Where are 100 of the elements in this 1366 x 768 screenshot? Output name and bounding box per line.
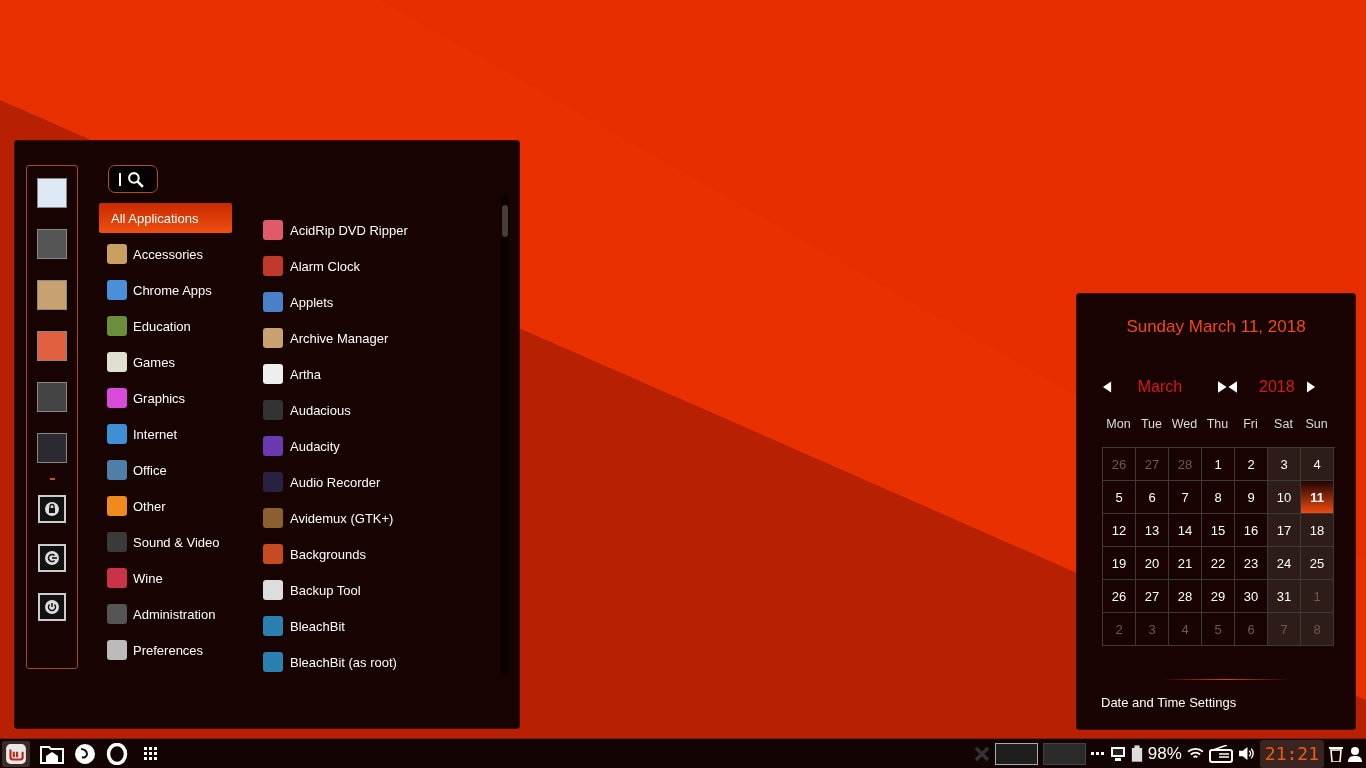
app-item[interactable]: AcidRip DVD Ripper — [263, 212, 493, 248]
day-cell[interactable]: 18 — [1301, 514, 1334, 547]
clock-button[interactable]: 21:21 — [1259, 739, 1324, 768]
day-cell[interactable]: 26 — [1103, 580, 1136, 613]
app-item[interactable]: Artha — [263, 356, 493, 392]
day-cell[interactable]: 21 — [1169, 547, 1202, 580]
day-cell[interactable]: 19 — [1103, 547, 1136, 580]
date-heading: Sunday March 11, 2018 — [1125, 317, 1307, 337]
app-icon — [107, 604, 127, 624]
app-icon — [263, 400, 283, 420]
app-grid-icon[interactable] — [144, 746, 158, 761]
day-cell[interactable]: 20 — [1136, 547, 1169, 580]
day-cell[interactable]: 1 — [1202, 448, 1235, 481]
category-item[interactable]: Preferences — [99, 632, 249, 668]
app-icon — [107, 568, 127, 588]
ring-icon[interactable] — [106, 742, 128, 765]
day-cell[interactable]: 28 — [1169, 580, 1202, 613]
category-item[interactable]: All Applications — [99, 203, 232, 233]
category-item[interactable]: Internet — [99, 416, 249, 452]
scrollbar-thumb[interactable] — [502, 205, 508, 237]
radio-icon[interactable] — [1208, 744, 1233, 763]
app-icon — [263, 220, 283, 240]
category-item[interactable]: Office — [99, 452, 249, 488]
app-icon — [107, 388, 127, 408]
app-icon — [263, 616, 283, 636]
weekday-label: Wed — [1170, 417, 1199, 431]
app-icon — [263, 256, 283, 276]
day-cell[interactable]: 29 — [1202, 580, 1235, 613]
day-cell[interactable]: 15 — [1202, 514, 1235, 547]
day-cell[interactable]: 7 — [1169, 481, 1202, 514]
scrollbar[interactable] — [501, 195, 509, 675]
app-item[interactable]: Archive Manager — [263, 320, 493, 356]
day-cell[interactable]: 11 — [1301, 481, 1334, 514]
wifi-icon[interactable] — [1186, 747, 1204, 760]
category-item[interactable]: Wine — [99, 560, 249, 596]
menu-logo-icon[interactable] — [2, 740, 30, 767]
month-label: March — [1136, 378, 1184, 396]
app-item[interactable]: BleachBit — [263, 608, 493, 644]
search-field[interactable] — [108, 165, 158, 193]
app-item[interactable]: Applets — [263, 284, 493, 320]
volume-icon[interactable] — [1237, 746, 1255, 761]
power-icon[interactable] — [38, 593, 66, 621]
browser-icon[interactable] — [74, 742, 96, 765]
monitor-icon[interactable] — [1109, 745, 1126, 762]
app-item[interactable]: Backup Tool — [263, 572, 493, 608]
day-cell[interactable]: 5 — [1103, 481, 1136, 514]
workspace-button[interactable] — [994, 742, 1038, 765]
day-cell[interactable]: 8 — [1202, 481, 1235, 514]
previous-month-icon[interactable] — [1103, 381, 1112, 393]
day-cell[interactable]: 27 — [1136, 580, 1169, 613]
day-cell[interactable]: 4 — [1301, 448, 1334, 481]
weekday-label: Sun — [1304, 417, 1329, 431]
app-item[interactable]: Audacious — [263, 392, 493, 428]
trash-icon[interactable] — [1329, 745, 1343, 762]
day-cell[interactable]: 10 — [1268, 481, 1301, 514]
weekday-label: Sat — [1273, 417, 1294, 431]
lock-icon[interactable] — [38, 495, 66, 523]
day-cell[interactable]: 22 — [1202, 547, 1235, 580]
app-icon[interactable] — [37, 382, 67, 412]
day-cell[interactable]: 14 — [1169, 514, 1202, 547]
day-cell[interactable]: 3 — [1268, 448, 1301, 481]
app-item[interactable]: Backgrounds — [263, 536, 493, 572]
app-icon — [107, 244, 127, 264]
weekday-label: Fri — [1242, 417, 1259, 431]
day-cell[interactable]: 6 — [1136, 481, 1169, 514]
app-item[interactable]: Alarm Clock — [263, 248, 493, 284]
category-item[interactable]: Games — [99, 344, 249, 380]
next-year-icon[interactable] — [1306, 381, 1316, 393]
home-folder-icon[interactable] — [40, 743, 64, 764]
category-item[interactable]: Sound & Video — [99, 524, 249, 560]
day-cell[interactable]: 25 — [1301, 547, 1334, 580]
logout-icon[interactable] — [38, 544, 66, 572]
app-item[interactable]: Audio Recorder — [263, 464, 493, 500]
more-icon[interactable] — [1090, 751, 1105, 756]
category-item[interactable]: Accessories — [99, 236, 249, 272]
day-cell[interactable]: 12 — [1103, 514, 1136, 547]
app-icon[interactable] — [37, 178, 67, 208]
app-icon — [107, 532, 127, 552]
category-item[interactable]: Other — [99, 488, 249, 524]
app-icon — [107, 280, 127, 300]
app-icon — [263, 472, 283, 492]
app-icon — [107, 352, 127, 372]
app-item[interactable]: Audacity — [263, 428, 493, 464]
app-item[interactable]: Avidemux (GTK+) — [263, 500, 493, 536]
battery-icon[interactable] — [1130, 744, 1143, 763]
day-cell[interactable]: 17 — [1268, 514, 1301, 547]
category-item[interactable]: Graphics — [99, 380, 249, 416]
date-time-settings-item[interactable]: Date and Time Settings — [1101, 695, 1331, 710]
app-icon — [263, 328, 283, 348]
day-cell[interactable]: 31 — [1268, 580, 1301, 613]
category-item[interactable]: Education — [99, 308, 249, 344]
category-item[interactable]: Chrome Apps — [99, 272, 249, 308]
day-cell[interactable]: 24 — [1268, 547, 1301, 580]
category-item[interactable]: Administration — [99, 596, 249, 632]
bowtie-icon[interactable] — [1218, 381, 1237, 393]
day-cell[interactable]: 13 — [1136, 514, 1169, 547]
battery-percentage[interactable]: 98% — [1147, 743, 1182, 764]
app-item[interactable]: BleachBit (as root) — [263, 644, 493, 680]
user-icon[interactable] — [1348, 745, 1362, 762]
app-icon[interactable] — [37, 433, 67, 463]
